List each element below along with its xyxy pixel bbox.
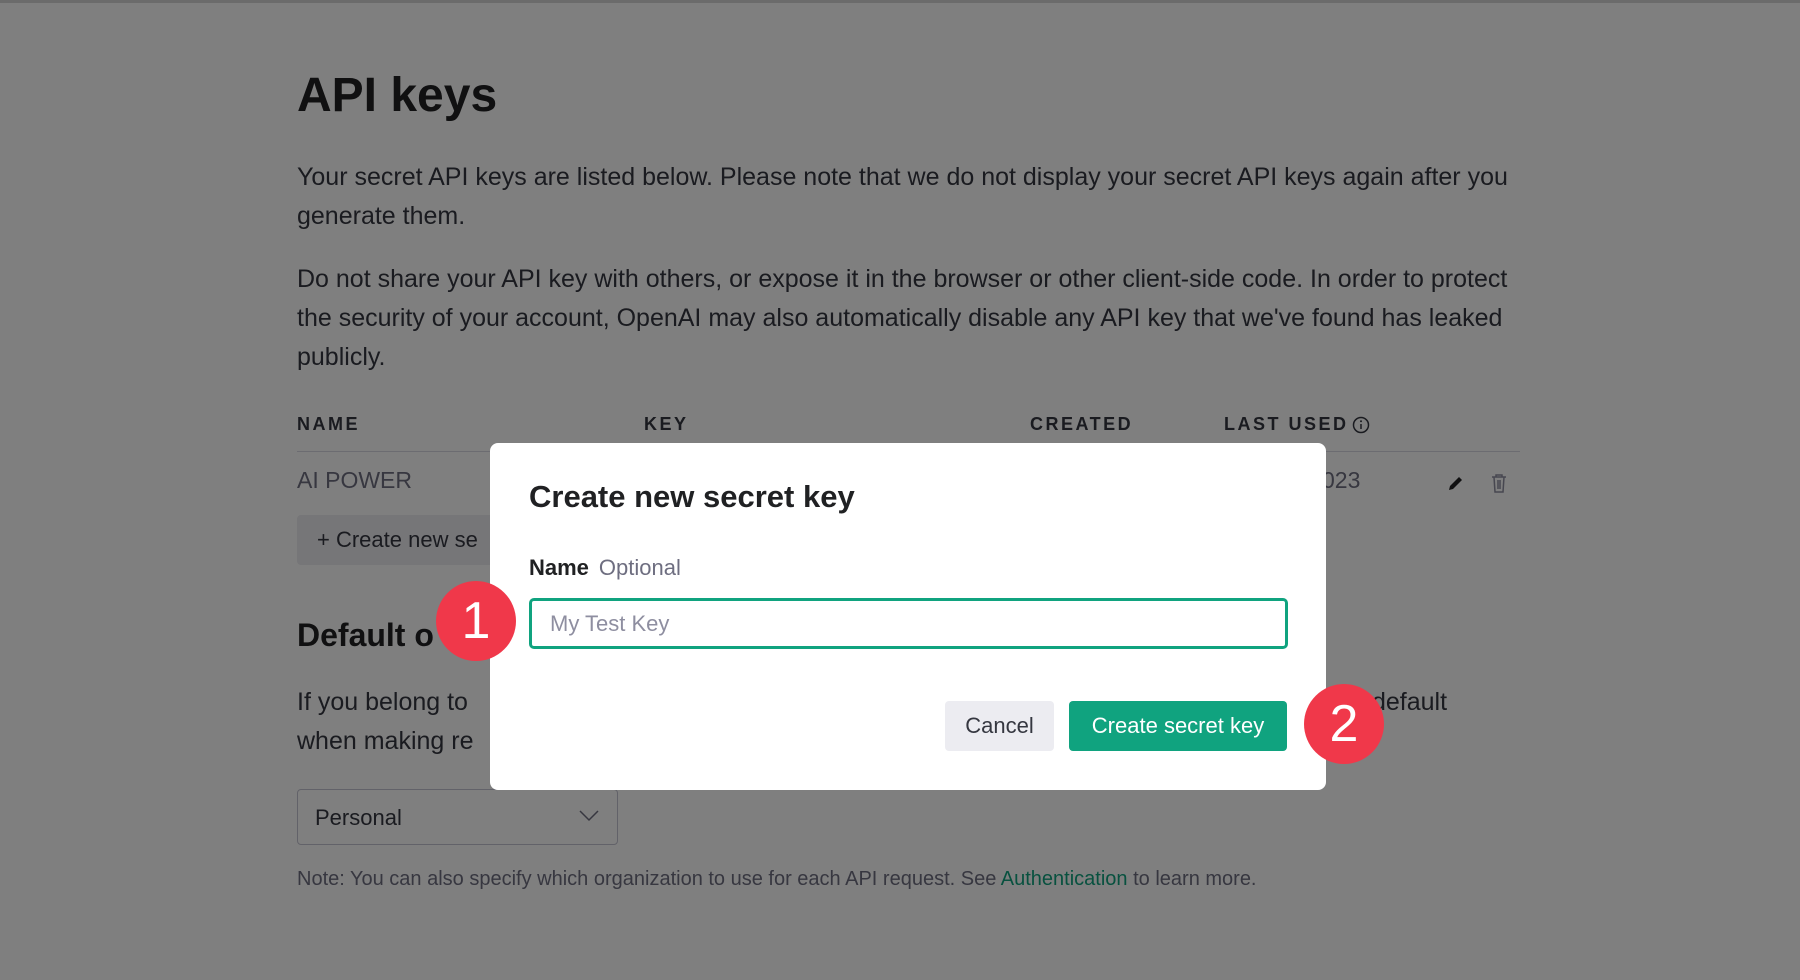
cancel-button[interactable]: Cancel: [945, 701, 1054, 751]
optional-label: Optional: [598, 555, 681, 580]
step-badge-1: 1: [436, 581, 516, 661]
name-label: Name Optional: [529, 555, 681, 580]
create-secret-key-button[interactable]: Create secret key: [1069, 701, 1287, 751]
create-key-modal: Create new secret key NameOptional Cance…: [490, 443, 1326, 790]
step-badge-2: 2: [1304, 684, 1384, 764]
modal-title: Create new secret key: [529, 479, 855, 514]
top-border: [0, 0, 1800, 3]
key-name-input[interactable]: [529, 598, 1288, 649]
